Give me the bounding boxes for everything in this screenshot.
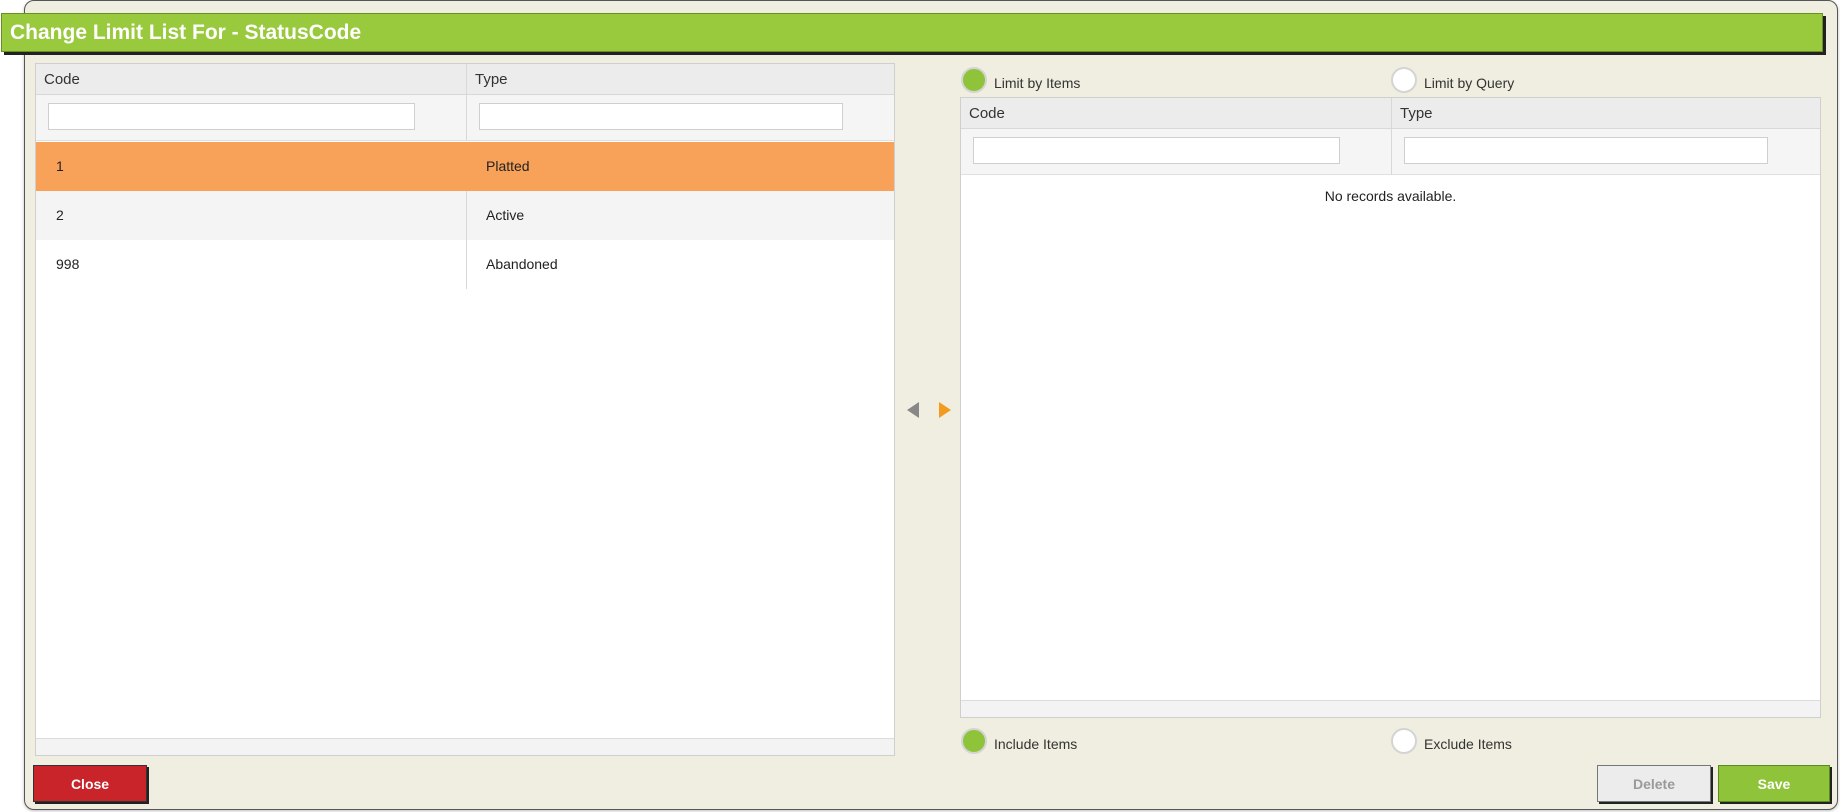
change-limit-list-dialog: Change Limit List For - StatusCode Code …	[1, 0, 1838, 810]
code-cell: 1	[56, 158, 64, 174]
move-left-icon[interactable]	[907, 402, 919, 418]
table-row[interactable]: 2 Active	[36, 191, 894, 240]
delete-button[interactable]: Delete	[1597, 765, 1711, 802]
radio-unchecked-icon	[1391, 728, 1417, 754]
limit-by-items-radio[interactable]: Limit by Items	[961, 67, 1181, 93]
radio-label: Exclude Items	[1424, 736, 1512, 752]
column-header-type[interactable]: Type	[467, 64, 895, 95]
grid-scrollbar[interactable]	[36, 738, 894, 755]
dialog-title: Change Limit List For - StatusCode	[10, 21, 362, 44]
table-row[interactable]: 998 Abandoned	[36, 240, 894, 289]
code-cell: 2	[56, 207, 64, 223]
table-row[interactable]: 1 Platted	[36, 142, 894, 191]
exclude-items-radio[interactable]: Exclude Items	[1391, 728, 1611, 754]
code-filter-input[interactable]	[48, 103, 415, 130]
radio-label: Limit by Items	[994, 75, 1081, 91]
type-cell: Abandoned	[486, 256, 558, 272]
grid-filter-row	[36, 95, 894, 141]
selected-items-grid: Code Type No records available.	[960, 97, 1821, 718]
column-header-type[interactable]: Type	[1392, 98, 1822, 129]
code-cell: 998	[56, 256, 80, 272]
close-button[interactable]: Close	[33, 765, 147, 802]
type-cell: Platted	[486, 158, 530, 174]
type-filter-input[interactable]	[1404, 137, 1768, 164]
radio-unchecked-icon	[1391, 67, 1417, 93]
radio-label: Include Items	[994, 736, 1078, 752]
save-button[interactable]: Save	[1718, 765, 1830, 802]
available-items-grid: Code Type 1 Platted 2 Active 998 Abandon…	[35, 63, 895, 756]
column-header-code[interactable]: Code	[961, 98, 1391, 129]
include-items-radio[interactable]: Include Items	[961, 728, 1181, 754]
type-cell: Active	[486, 207, 525, 223]
limit-by-query-radio[interactable]: Limit by Query	[1391, 67, 1611, 93]
column-header-code[interactable]: Code	[36, 64, 466, 95]
grid-scrollbar[interactable]	[961, 700, 1820, 717]
radio-checked-icon	[961, 728, 987, 754]
radio-checked-icon	[961, 67, 987, 93]
radio-label: Limit by Query	[1424, 75, 1515, 91]
grid-header: Code Type	[36, 64, 894, 95]
code-filter-input[interactable]	[973, 137, 1340, 164]
empty-message: No records available.	[1324, 188, 1457, 204]
type-filter-input[interactable]	[479, 103, 843, 130]
dialog-title-bar[interactable]: Change Limit List For - StatusCode	[1, 13, 1823, 52]
move-right-icon[interactable]	[939, 402, 951, 418]
